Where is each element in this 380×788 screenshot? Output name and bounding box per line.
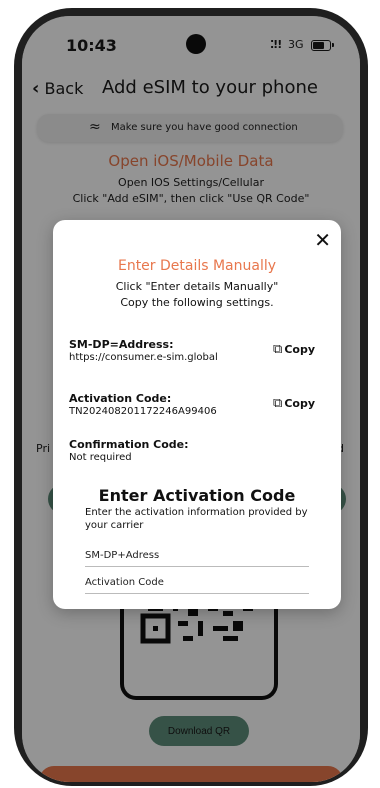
modal-title: Enter Details Manually: [117, 258, 277, 274]
phone-screen: 10:43 ⁚!! 3G ‹ Back Add eSIM to your pho…: [22, 16, 360, 782]
copy-icon: ⧉: [273, 342, 283, 357]
manual-details-modal: ✕ Enter Details Manually Click "Enter de…: [53, 220, 341, 609]
copy-label: Copy: [284, 397, 315, 410]
confirmation-code-field: Confirmation Code: Not required: [69, 438, 325, 463]
copy-smdp-button[interactable]: ⧉ Copy: [273, 342, 315, 357]
activation-section-title: Enter Activation Code: [98, 486, 296, 505]
smdp-address-input[interactable]: [85, 544, 309, 567]
close-icon[interactable]: ✕: [314, 230, 331, 250]
modal-subtitle-2: Copy the following settings.: [120, 296, 274, 309]
activation-section-description: Enter the activation information provide…: [85, 507, 308, 531]
confirmation-code-value: Not required: [69, 452, 132, 463]
copy-label: Copy: [284, 343, 315, 356]
confirmation-code-label: Confirmation Code:: [69, 438, 189, 451]
copy-icon: ⧉: [273, 396, 283, 411]
activation-code-input[interactable]: [85, 571, 309, 594]
smdp-address-field: SM-DP=Address: https://consumer.e-sim.gl…: [69, 338, 325, 363]
copy-activation-button[interactable]: ⧉ Copy: [273, 396, 315, 411]
modal-subtitle-1: Click "Enter details Manually": [115, 280, 279, 293]
activation-code-field: Activation Code: TN202408201172246A99406…: [69, 392, 325, 417]
